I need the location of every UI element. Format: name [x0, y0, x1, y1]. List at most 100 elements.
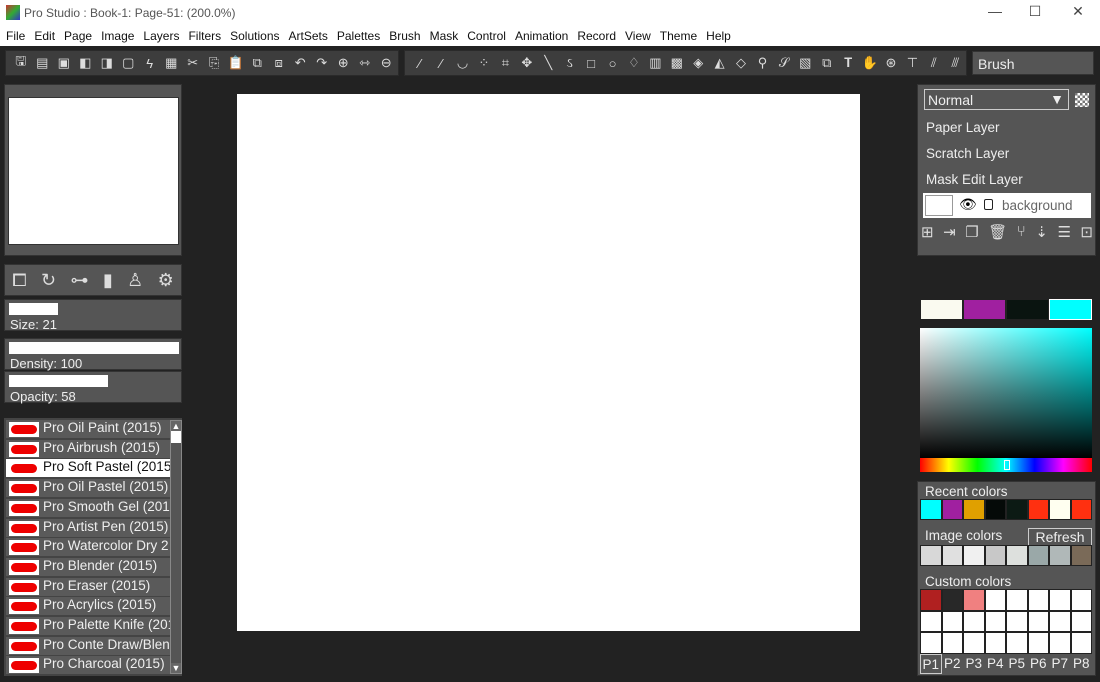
text-icon[interactable]: ✋ [859, 55, 880, 71]
redo-icon[interactable]: ↷ [311, 55, 333, 71]
rotate-icon[interactable]: ⊤ [902, 55, 923, 71]
page-icon[interactable]: ▣ [53, 55, 75, 71]
move-icon[interactable]: ✥ [516, 55, 537, 71]
clone-icon[interactable]: ⧉ [816, 55, 837, 71]
menu-record[interactable]: Record [577, 26, 621, 46]
paste-icon[interactable]: 📋 [225, 55, 247, 71]
special-layer[interactable]: Mask Edit Layer [926, 172, 1023, 187]
hue-slider-handle[interactable] [1004, 460, 1010, 470]
texture-icon[interactable]: ◈ [687, 55, 708, 71]
recent-color-swatch[interactable] [941, 499, 963, 520]
palette-tab-p6[interactable]: P6 [1028, 654, 1050, 674]
undo-icon[interactable]: ↶ [290, 55, 312, 71]
custom-color-swatch[interactable] [963, 632, 985, 654]
fit-icon[interactable]: ⇿ [354, 55, 376, 71]
brush-item[interactable]: Pro Palette Knife (2015) [6, 617, 170, 636]
main-color-swatch[interactable] [1049, 299, 1092, 320]
palette-tab-p7[interactable]: P7 [1049, 654, 1071, 674]
brush-item[interactable]: Pro Charcoal (2015) [6, 656, 170, 676]
stamp-icon[interactable]: ⚲ [752, 55, 773, 71]
hue-slider[interactable] [920, 458, 1092, 472]
brush-item[interactable]: Pro Oil Pastel (2015) [6, 479, 170, 499]
new-brush-icon[interactable]: ⧠ [12, 270, 26, 291]
custom-color-swatch[interactable] [941, 610, 963, 632]
palette-tab-p8[interactable]: P8 [1071, 654, 1093, 674]
custom-color-swatch[interactable] [1070, 610, 1092, 632]
zoom-out-icon[interactable]: ⊖ [376, 55, 398, 71]
lightning-icon[interactable]: ϟ [139, 56, 161, 71]
custom-color-swatch[interactable] [920, 632, 942, 654]
recent-color-swatch[interactable] [920, 499, 942, 520]
list-icon[interactable]: ☰ [1057, 223, 1070, 241]
slider-opacity[interactable]: Opacity: 58 [4, 371, 182, 404]
image-color-swatch[interactable] [984, 545, 1006, 566]
transparency-icon[interactable] [1075, 93, 1089, 107]
zoom-in-icon[interactable]: ⊕ [333, 55, 355, 71]
custom-color-swatch[interactable] [1049, 589, 1071, 611]
brush-item[interactable]: Pro Soft Pastel (2015) [6, 459, 170, 479]
ellipse-icon[interactable]: ○ [602, 56, 623, 71]
eyedropper-icon[interactable]: ⁄ [430, 56, 451, 71]
custom-color-swatch[interactable] [920, 610, 942, 632]
brush-item[interactable]: Pro Airbrush (2015) [6, 439, 170, 459]
mountain-icon[interactable]: ◭ [709, 55, 730, 71]
menu-control[interactable]: Control [467, 26, 511, 46]
custom-color-swatch[interactable] [1027, 632, 1049, 654]
custom-color-swatch[interactable] [1049, 632, 1071, 654]
menu-solutions[interactable]: Solutions [230, 26, 284, 46]
custom-color-swatch[interactable] [941, 632, 963, 654]
bucket-icon[interactable]: ◡ [452, 55, 473, 71]
layers-icon[interactable]: 𝐓 [837, 55, 858, 71]
spiral-icon[interactable]: 𝒮 [773, 55, 794, 71]
script-icon[interactable]: ▧ [795, 55, 816, 71]
image-color-swatch[interactable] [1027, 545, 1049, 566]
layer-row[interactable]: 👁 background [923, 193, 1091, 218]
custom-color-swatch[interactable] [1049, 610, 1071, 632]
menu-mask[interactable]: Mask [430, 26, 464, 46]
menu-animation[interactable]: Animation [515, 26, 573, 46]
close-button[interactable]: ✕ [1068, 3, 1088, 23]
brush-item[interactable]: Pro Conte Draw/Blend [6, 636, 170, 656]
refresh-button[interactable]: Refresh [1028, 528, 1092, 546]
brush-item[interactable]: Pro Artist Pen (2015) [6, 518, 170, 538]
custom-color-swatch[interactable] [1006, 589, 1028, 611]
recent-color-swatch[interactable] [1049, 499, 1071, 520]
brush-edit-icon[interactable]: ⫻ [945, 55, 966, 71]
special-layer[interactable]: Paper Layer [926, 120, 1000, 135]
slider-fill[interactable] [9, 375, 108, 387]
menu-brush[interactable]: Brush [389, 26, 425, 46]
custom-color-swatch[interactable] [1027, 610, 1049, 632]
grid-page-icon[interactable]: ▦ [161, 55, 183, 71]
diamond-icon[interactable]: ◇ [730, 55, 751, 71]
add-layer-icon[interactable]: ⊞ [921, 223, 934, 241]
brush-item[interactable]: Pro Eraser (2015) [6, 577, 170, 597]
settings-icon[interactable]: ⚙ [158, 270, 174, 291]
spray-icon[interactable]: ♙ [127, 270, 143, 291]
pattern-icon[interactable]: ▩ [666, 55, 687, 71]
trash-icon[interactable]: 🗑 [988, 223, 1007, 241]
custom-color-swatch[interactable] [1006, 610, 1028, 632]
brush-name-field[interactable]: Brush [972, 51, 1094, 75]
slider-size[interactable]: Size: 21 [4, 299, 182, 332]
reload-icon[interactable]: ↻ [41, 270, 56, 291]
gradient-icon[interactable]: ▥ [645, 55, 666, 71]
custom-color-swatch[interactable] [984, 632, 1006, 654]
main-color-swatch[interactable] [920, 299, 963, 320]
paper-icon[interactable]: ▮ [103, 270, 113, 291]
main-color-swatch[interactable] [963, 299, 1006, 320]
brush-list-scrollbar[interactable]: ▲ ▼ [170, 420, 182, 674]
image-color-swatch[interactable] [1049, 545, 1071, 566]
main-color-swatch[interactable] [1006, 299, 1049, 320]
eye-icon[interactable]: 👁 [959, 196, 977, 213]
nozzle-icon[interactable]: ⊶ [70, 270, 88, 291]
menu-file[interactable]: File [6, 26, 30, 46]
slider-fill[interactable] [9, 342, 179, 354]
scroll-down-icon[interactable]: ▼ [171, 663, 181, 673]
custom-color-swatch[interactable] [963, 610, 985, 632]
menu-layers[interactable]: Layers [143, 26, 184, 46]
brush-item[interactable]: Pro Smooth Gel (2015) [6, 498, 170, 518]
menu-artsets[interactable]: ArtSets [289, 26, 333, 46]
properties-icon[interactable]: ⊡ [1080, 223, 1093, 241]
paste-new-icon[interactable]: ⧈ [268, 55, 290, 71]
recent-color-swatch[interactable] [984, 499, 1006, 520]
